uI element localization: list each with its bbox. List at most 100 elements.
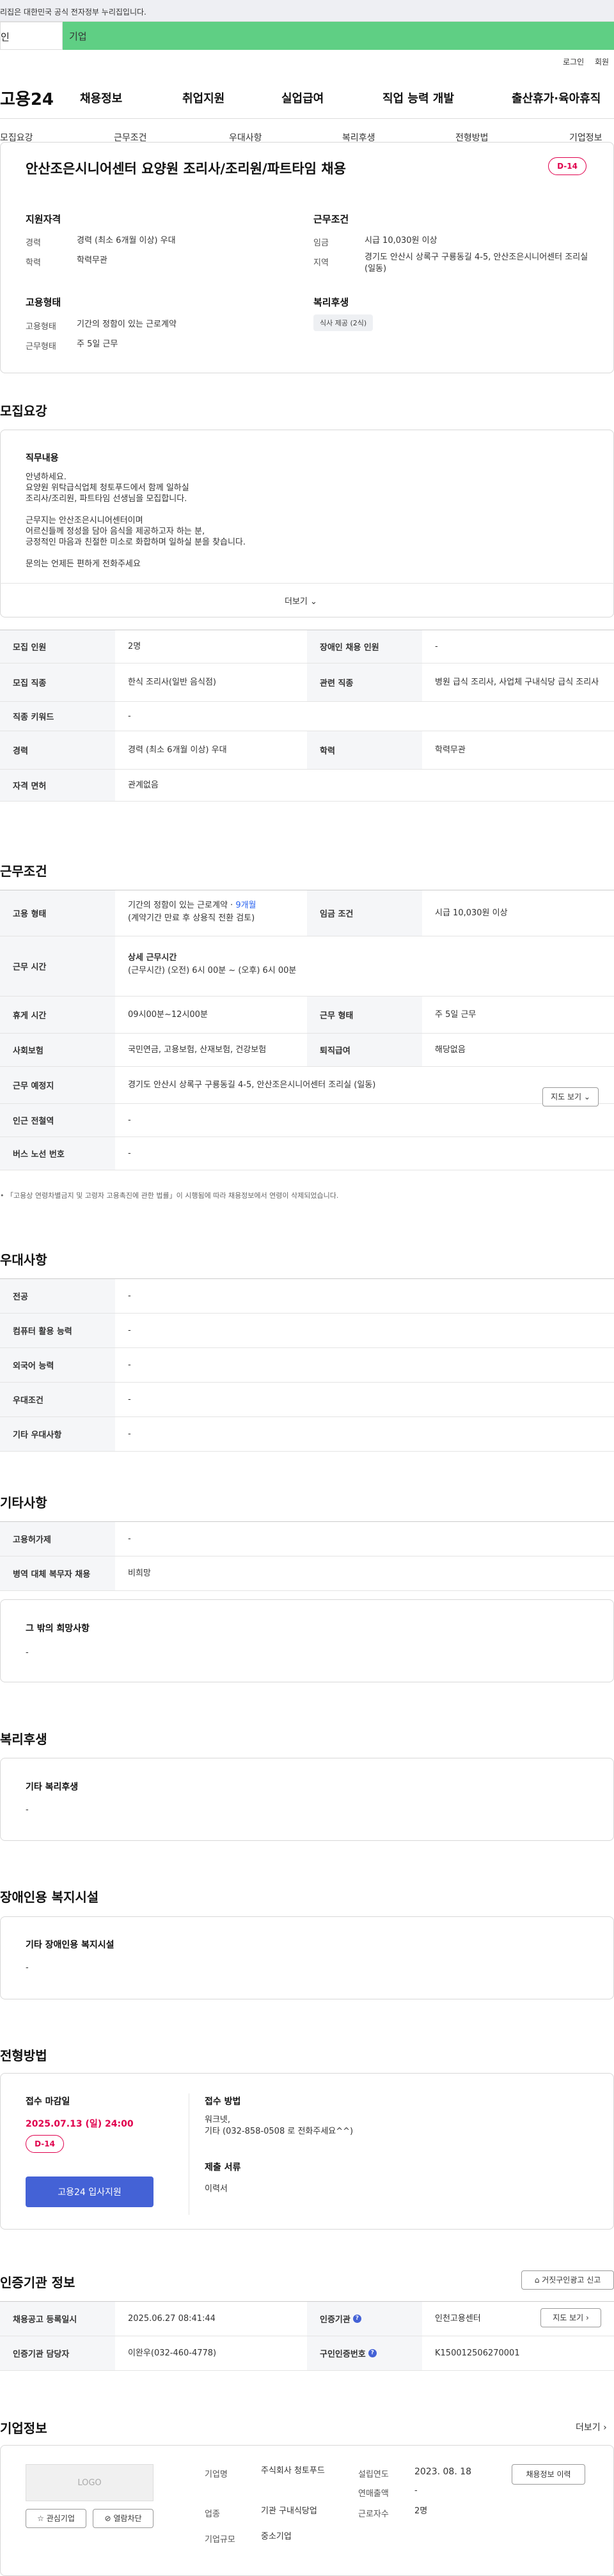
company-sales-label: 연매출액 — [358, 2489, 389, 2499]
work-table: 고용 형태 기간의 정함이 있는 근로계약 · 9개월 (계약기간 만료 후 상… — [0, 890, 614, 1170]
welfare-card — [0, 1758, 614, 1841]
pref-table: 전공 - 컴퓨터 활용 능력 - 외국어 능력 - 우대조건 - 기타 우대사항 - — [0, 1278, 614, 1452]
map-button[interactable]: 지도 보기 ⌄ — [542, 1087, 599, 1106]
etc-table: 고용허가제 - 병역 대체 복무자 채용 비희망 — [0, 1521, 614, 1591]
company-sales-value: - — [414, 2486, 418, 2495]
more-button[interactable]: 더보기 ⌄ — [285, 594, 317, 607]
company-logo: LOGO — [26, 2464, 154, 2501]
company-staff-value: 2명 — [414, 2506, 428, 2516]
table-row: 사회보험 국민연금, 고용보험, 산재보험, 건강보험 퇴직급여 해당없음 — [0, 1034, 614, 1067]
qual-career-label: 경력 — [26, 238, 41, 248]
table-row: 기타 우대사항 - — [0, 1417, 614, 1452]
gov-banner: 리집은 대한민국 공식 전자정부 누리집입니다. — [0, 0, 614, 22]
docs-value: 이력서 — [205, 2184, 228, 2194]
welfare-card-value: - — [26, 1805, 29, 1815]
emp-type-label: 고용형태 — [26, 322, 56, 332]
disabled-card-value: - — [26, 1963, 29, 1973]
deadline-date: 2025.07.13 (일) 24:00 — [26, 2119, 134, 2129]
login-link[interactable]: 로그인 — [563, 56, 584, 67]
table-row: 고용허가제 - — [0, 1522, 614, 1556]
table-row: 경력 경력 (최소 6개월 이상) 우대 학력 학력무관 — [0, 731, 614, 770]
tab-individual[interactable]: 인 — [0, 22, 63, 50]
job-title: 안산조은시니어센터 요양원 조리사/조리원/파트타임 채용 — [26, 161, 346, 176]
table-row: 모집 인원 2명 장애인 채용 인원 - — [0, 630, 614, 663]
screening-heading: 전형방법 — [0, 2048, 47, 2063]
company-est-value: 2023. 08. 18 — [414, 2467, 472, 2477]
welfare-card-title: 기타 복리후생 — [26, 1782, 79, 1792]
table-row: 채용공고 등록일시 2025.06.27 08:41:44 인증기관? 인천고용센… — [0, 2302, 614, 2336]
block-icon: ⊘ — [104, 2514, 111, 2523]
company-scale-label: 기업규모 — [205, 2535, 235, 2545]
table-row: 자격 면허 관계없음 — [0, 770, 614, 802]
info-icon[interactable]: ? — [352, 2315, 361, 2323]
table-row: 컴퓨터 활용 능력 - — [0, 1314, 614, 1348]
recruit-table: 모집 인원 2명 장애인 채용 인원 - 모집 직종 한식 조리사(일반 음식점) 관… — [0, 630, 614, 802]
tab-company[interactable]: 기업 — [63, 22, 614, 50]
chevron-down-icon: ⌄ — [310, 597, 317, 607]
emp-type-value: 기간의 정함이 있는 근로계약 — [77, 320, 177, 329]
history-button[interactable]: 채용정보 이력 — [512, 2464, 585, 2485]
favorite-company-button[interactable]: ☆ 관심기업 — [26, 2509, 86, 2528]
cond-region-label: 지역 — [313, 258, 329, 268]
company-est-label: 설립연도 — [358, 2470, 389, 2479]
cond-region-value: 경기도 안산시 상록구 구룡동길 4-5, 안산조은시니어센터 조리실 (일동) — [365, 252, 588, 274]
duty-heading: 직무내용 — [26, 453, 59, 463]
other-wish-card — [0, 1599, 614, 1682]
etc-heading: 기타사항 — [0, 1495, 47, 1510]
info-icon[interactable]: ? — [368, 2349, 377, 2357]
cond-wage-value: 시급 10,030원 이상 — [365, 236, 437, 245]
agency-map-button[interactable]: 지도 보기 › — [540, 2308, 601, 2327]
welfare-section-heading: 복리후생 — [0, 1732, 47, 1747]
table-row: 인증기관 담당자 이완우(032-460-4778) 구인인증번호? K15001… — [0, 2336, 614, 2371]
dday-badge: D-14 — [548, 157, 586, 175]
other-wish-title: 그 밖의 희망사항 — [26, 1624, 90, 1634]
block-view-button[interactable]: ⊘ 열람차단 — [93, 2509, 154, 2528]
welfare-tag: 식사 제공 (2식) — [313, 314, 374, 331]
table-row: 병역 대체 복무자 채용 비희망 — [0, 1556, 614, 1591]
cond-wage-label: 임금 — [313, 238, 329, 248]
company-industry-label: 업종 — [205, 2510, 220, 2519]
company-more-link[interactable]: 더보기 › — [576, 2421, 607, 2433]
table-row: 근무 시간 상세 근무시간 (근무시간) (오전) 6시 00분 ~ (오후) … — [0, 936, 614, 997]
work-heading: 근무조건 — [0, 864, 47, 879]
nav-item-parental-leave[interactable]: 출산휴가·육아휴직 — [512, 89, 601, 106]
site-logo[interactable]: 고용24 — [0, 86, 54, 110]
company-staff-label: 근로자수 — [358, 2510, 389, 2519]
nav-item-employment-support[interactable]: 취업지원 — [182, 89, 224, 106]
other-wish-value: - — [26, 1648, 29, 1657]
table-row: 외국어 능력 - — [0, 1348, 614, 1383]
agency-table: 채용공고 등록일시 2025.06.27 08:41:44 인증기관? 인천고용센… — [0, 2301, 614, 2371]
company-heading: 기업정보 — [0, 2421, 47, 2436]
nav-item-vocational-training[interactable]: 직업 능력 개발 — [382, 89, 454, 106]
company-name-label: 기업명 — [205, 2470, 228, 2479]
welfare-heading: 복리후생 — [313, 297, 349, 308]
signup-link[interactable]: 회원 — [595, 56, 609, 67]
apply-button[interactable]: 고용24 입사지원 — [26, 2176, 154, 2207]
table-row: 근무 예정지 경기도 안산시 상록구 구룡동길 4-5, 안산조은시니어센터 조리… — [0, 1067, 614, 1104]
nav-item-unemployment-benefit[interactable]: 실업급여 — [281, 89, 324, 106]
table-row: 전공 - — [0, 1279, 614, 1314]
qual-edu-value: 학력무관 — [77, 256, 107, 265]
emp-form-value: 주 5일 근무 — [77, 339, 118, 349]
company-name-value: 주식회사 청토푸드 — [261, 2466, 325, 2476]
table-row: 모집 직종 한식 조리사(일반 음식점) 관련 직종 병원 급식 조리사, 사업체 … — [0, 663, 614, 702]
duty-text: 안녕하세요. 요양원 위탁급식업체 청토푸드에서 함께 일하실 조리사/조리원,… — [26, 472, 246, 569]
table-row: 버스 노선 번호 - — [0, 1137, 614, 1170]
nav-item-jobs[interactable]: 채용정보 — [80, 89, 122, 106]
cond-heading: 근무조건 — [313, 213, 349, 225]
method-text: 워크넷, 기타 (032-858-0508 로 전화주세요^^) — [205, 2115, 354, 2136]
emp-form-label: 근무형태 — [26, 342, 56, 352]
method-title: 접수 방법 — [205, 2097, 241, 2107]
disabled-card-title: 기타 장애인용 복지시설 — [26, 1940, 114, 1950]
docs-title: 제출 서류 — [205, 2162, 241, 2173]
disabled-heading: 장애인용 복지시설 — [0, 1889, 99, 1905]
emp-heading: 고용형태 — [26, 297, 61, 308]
dday-badge: D-14 — [26, 2135, 64, 2153]
report-fake-ad-button[interactable]: ⌂ 거짓구인광고 신고 — [521, 2270, 614, 2290]
recruit-heading: 모집요강 — [0, 403, 47, 419]
pref-heading: 우대사항 — [0, 1252, 47, 1268]
company-scale-value: 중소기업 — [261, 2532, 292, 2541]
home-icon: ⌂ — [534, 2276, 540, 2285]
disabled-card — [0, 1916, 614, 1999]
table-row: 휴게 시간 09시00분~12시00분 근무 형태 주 5일 근무 — [0, 997, 614, 1034]
